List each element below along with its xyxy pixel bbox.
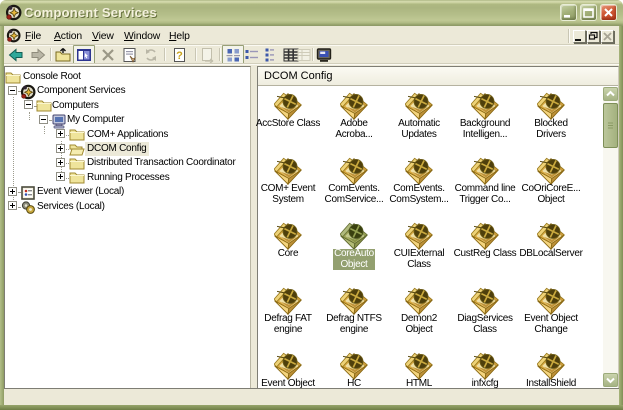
svg-text:?: ? — [176, 50, 183, 62]
